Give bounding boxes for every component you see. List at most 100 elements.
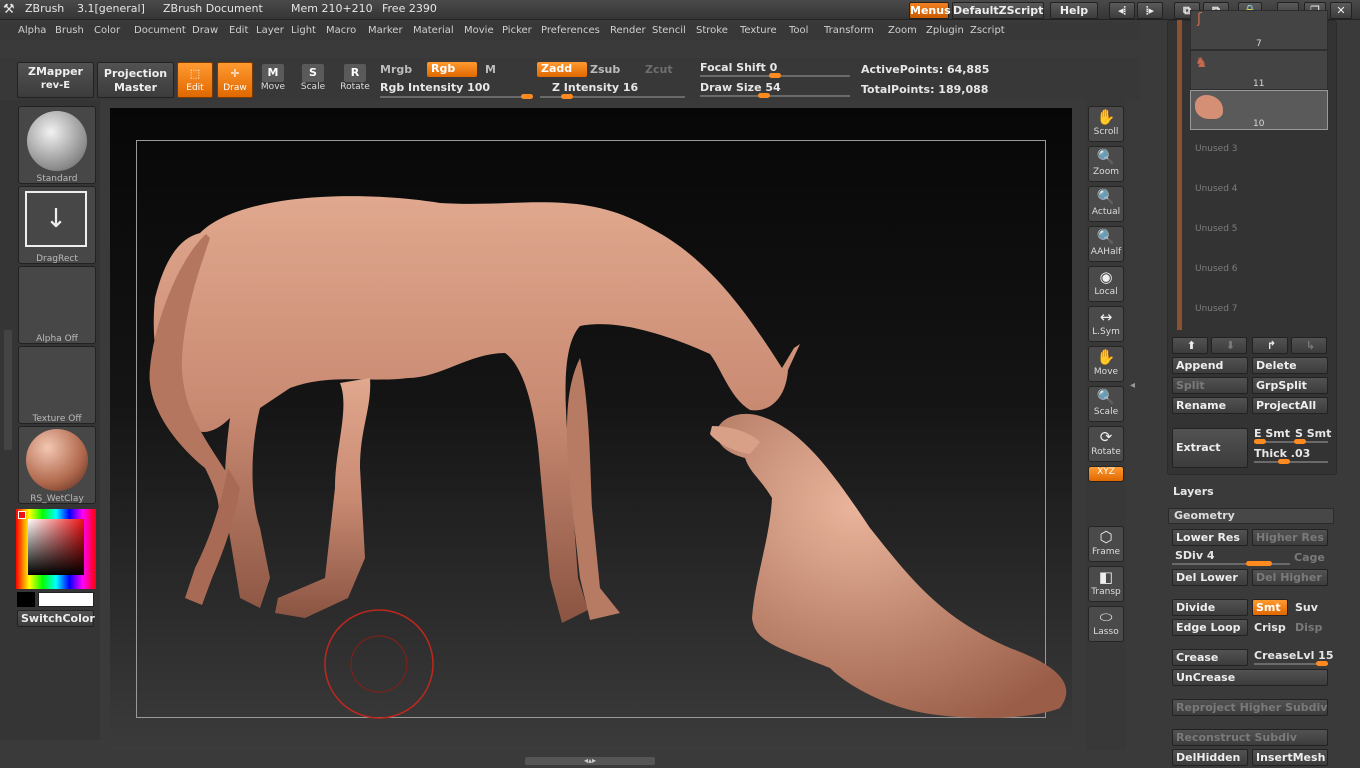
menu-movie[interactable]: Movie [464,25,494,36]
menu-texture[interactable]: Texture [740,25,777,36]
rename-button[interactable]: Rename [1172,397,1248,414]
rotate-button[interactable]: R Rotate [337,62,373,98]
menu-draw[interactable]: Draw [192,25,218,36]
brush-thumbnail[interactable]: Standard [18,106,96,184]
creaselvl-knob[interactable] [1316,661,1328,666]
redo-arrow-icon[interactable]: ↱ [1252,337,1288,354]
menu-color[interactable]: Color [94,25,120,36]
thick-knob[interactable] [1278,459,1290,464]
menu-document[interactable]: Document [134,25,186,36]
zcut-toggle[interactable]: Zcut [645,63,673,76]
menu-material[interactable]: Material [413,25,454,36]
geometry-header[interactable]: Geometry [1168,508,1334,524]
texture-thumbnail[interactable]: Texture Off [18,346,96,424]
e-smt-knob[interactable] [1254,439,1266,444]
alpha-thumbnail[interactable]: Alpha Off [18,266,96,344]
zmapper-button[interactable]: ZMapper rev-E [17,62,94,98]
main-color-swatch[interactable] [38,592,94,607]
zadd-toggle[interactable]: Zadd [537,62,587,77]
menu-brush[interactable]: Brush [55,25,84,36]
reconstruct-subdiv-button[interactable]: Reconstruct Subdiv [1172,729,1328,746]
material-thumbnail[interactable]: RS_WetClay [18,426,96,504]
bottom-tray-handle[interactable]: ◂▴▸ [525,757,655,765]
actual-button[interactable]: 🔍 Actual [1088,186,1124,222]
smt-slider[interactable] [1254,439,1328,444]
del-higher-button[interactable]: Del Higher [1252,569,1328,586]
split-button[interactable]: Split [1172,377,1248,394]
menu-light[interactable]: Light [291,25,316,36]
menu-marker[interactable]: Marker [368,25,403,36]
rgb-toggle[interactable]: Rgb [427,62,477,77]
move-up-icon[interactable]: ⬆ [1172,337,1208,354]
subtool-scrollbar[interactable] [1177,20,1182,330]
sculpt-viewport[interactable] [110,108,1072,750]
switch-color-button[interactable]: SwitchColor [17,610,95,627]
aahalf-button[interactable]: 🔍 AAHalf [1088,226,1124,262]
s-smt-knob[interactable] [1294,439,1306,444]
help-button[interactable]: Help [1050,2,1098,19]
menu-stroke[interactable]: Stroke [696,25,728,36]
crisp-toggle[interactable]: Crisp [1254,621,1286,634]
stroke-thumbnail[interactable]: ↓ DragRect [18,186,96,264]
move-button[interactable]: ✋ Move [1088,346,1124,382]
menu-zscript[interactable]: Zscript [970,25,1005,36]
smt-toggle[interactable]: Smt [1252,599,1288,616]
menu-transform[interactable]: Transform [824,25,874,36]
subtool-unused-3[interactable]: Unused 3 [1195,144,1238,154]
menu-tool[interactable]: Tool [789,25,808,36]
draw-size-slider[interactable] [700,93,850,98]
rgb-intensity-slider[interactable] [380,94,533,99]
right-tray-arrow-icon[interactable]: ◂ [1130,380,1138,410]
default-zscript-button[interactable]: DefaultZScript [952,2,1044,19]
rotate-button[interactable]: ⟳ Rotate [1088,426,1124,462]
menus-button[interactable]: Menus [909,2,951,19]
menu-alpha[interactable]: Alpha [18,25,46,36]
horse-sculpt[interactable] [149,196,800,623]
left-tray-handle[interactable] [4,330,12,450]
projectall-button[interactable]: ProjectAll [1252,397,1328,414]
menu-preferences[interactable]: Preferences [541,25,600,36]
subtool-slot-2[interactable]: ♞ 11 [1190,50,1328,90]
uncrease-button[interactable]: UnCrease [1172,669,1328,686]
higher-res-button[interactable]: Higher Res [1252,529,1328,546]
creaselvl-slider[interactable] [1254,661,1328,666]
subtool-unused-6[interactable]: Unused 6 [1195,264,1238,274]
focal-shift-knob[interactable] [769,73,781,78]
m-toggle[interactable]: M [485,63,496,76]
lower-res-button[interactable]: Lower Res [1172,529,1248,546]
cage-button[interactable]: Cage [1294,551,1325,564]
sdiv-slider[interactable] [1172,561,1290,566]
scroll-left-icon[interactable]: ◂⦙ [1109,2,1135,19]
crease-button[interactable]: Crease [1172,649,1248,666]
move-down-icon[interactable]: ⬇ [1211,337,1247,354]
disp-toggle[interactable]: Disp [1295,621,1322,634]
lasso-button[interactable]: ⬭ Lasso [1088,606,1124,642]
menu-edit[interactable]: Edit [229,25,248,36]
zoom-button[interactable]: 🔍 Zoom [1088,146,1124,182]
move-button[interactable]: M Move [255,62,291,98]
del-lower-button[interactable]: Del Lower [1172,569,1248,586]
projection-master-button[interactable]: Projection Master [97,62,174,98]
insertmesh-button[interactable]: InsertMesh [1252,749,1328,766]
menu-picker[interactable]: Picker [502,25,532,36]
edge-loop-button[interactable]: Edge Loop [1172,619,1248,636]
color-saturation-square[interactable] [28,519,84,575]
menu-zoom[interactable]: Zoom [888,25,917,36]
append-button[interactable]: Append [1172,357,1248,374]
subtool-slot-3-selected[interactable]: 10 [1190,90,1328,130]
xyz-button[interactable]: XYZ [1088,466,1124,482]
draw-button[interactable]: ✛ Draw [217,62,253,98]
z-intensity-slider[interactable] [540,94,685,99]
lsym-button[interactable]: ↔ L.Sym [1088,306,1124,342]
merge-arrow-icon[interactable]: ↳ [1291,337,1327,354]
local-button[interactable]: ◉ Local [1088,266,1124,302]
delete-button[interactable]: Delete [1252,357,1328,374]
edit-button[interactable]: ⬚ Edit [177,62,213,98]
kneeling-figure-sculpt[interactable] [710,413,1067,718]
thick-slider[interactable] [1254,459,1328,464]
color-picker[interactable] [16,509,96,589]
focal-shift-slider[interactable] [700,73,850,78]
scale-button[interactable]: 🔍 Scale [1088,386,1124,422]
subtool-slot-1[interactable]: ʃ 7 [1190,10,1328,50]
scroll-button[interactable]: ✋ Scroll [1088,106,1124,142]
